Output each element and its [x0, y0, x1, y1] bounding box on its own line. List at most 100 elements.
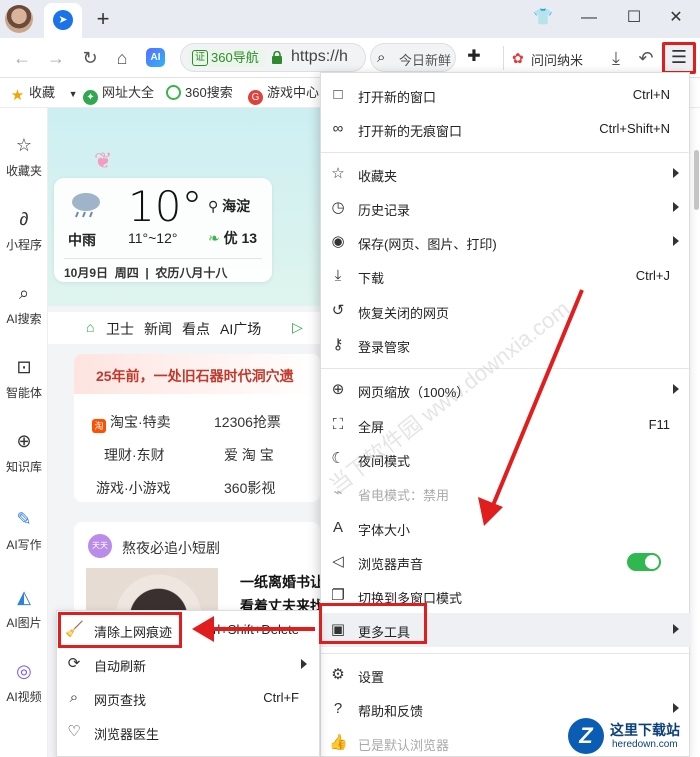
- sidebar-item-miniprogram[interactable]: ∂ 小程序: [0, 206, 48, 264]
- site-badge: 证 360导航: [189, 49, 265, 67]
- key-icon: ⚷: [332, 336, 344, 353]
- nav-kandian[interactable]: 看点: [182, 319, 210, 339]
- play-icon[interactable]: ▷: [292, 319, 303, 336]
- menu-divider: [321, 152, 691, 153]
- reload-icon[interactable]: ↻: [78, 46, 102, 70]
- wenwen-icon: ✿: [512, 50, 524, 66]
- incognito-icon: ∞: [332, 120, 344, 137]
- maximize-button[interactable]: ☐: [620, 6, 648, 30]
- wenwen-button[interactable]: ✿ 问问纳米: [503, 46, 589, 70]
- search-box[interactable]: ⌕ 今日新鲜: [370, 43, 456, 72]
- chevron-right-icon: [673, 703, 679, 713]
- refresh-icon: ⟳: [67, 655, 81, 672]
- active-tab[interactable]: ➤: [44, 3, 82, 38]
- menu-scrollbar[interactable]: [694, 150, 699, 210]
- menu-item-restore-closed[interactable]: ↺ 恢复关闭的网页: [321, 294, 691, 328]
- link-licai[interactable]: 理财·东财: [104, 445, 165, 465]
- menu-item-power-save: ⌁ 省电模式：禁用: [321, 476, 691, 510]
- nav-ai-square[interactable]: AI广场: [220, 319, 261, 339]
- window-icon: □: [333, 86, 343, 103]
- link-aitaobao[interactable]: 爱 淘 宝: [224, 445, 274, 465]
- sidebar-item-agent[interactable]: ⊡ 智能体: [0, 354, 48, 412]
- weather-card[interactable]: 中雨 10° 11°~12° ⚲ 海淀 ❧ 优 13 10月9日 周四 | 农历…: [54, 178, 272, 282]
- weather-temperature: 10°: [128, 182, 203, 231]
- bookmark-game-center[interactable]: G 游戏中心: [248, 84, 319, 105]
- bookmark-favorites[interactable]: ★ 收藏 ▼: [10, 84, 78, 103]
- menu-item-new-window[interactable]: □ 打开新的窗口 Ctrl+N: [321, 78, 691, 112]
- star-icon: ☆: [331, 165, 345, 182]
- menu-item-sound[interactable]: ◁ 浏览器声音: [321, 545, 691, 579]
- news-banner[interactable]: 25年前，一处旧石器时代洞穴遗: [74, 354, 320, 394]
- menu-item-favorites[interactable]: ☆ 收藏夹: [321, 157, 691, 191]
- menu-item-font-size[interactable]: A 字体大小: [321, 511, 691, 545]
- weather-range: 11°~12°: [128, 230, 178, 246]
- close-button[interactable]: ✕: [662, 6, 690, 30]
- sidebar-item-ai-search[interactable]: ⌕ AI搜索: [0, 280, 48, 338]
- search-placeholder: 今日新鲜: [399, 53, 452, 68]
- chevron-right-icon: [673, 384, 679, 394]
- main-menu-button[interactable]: ☰: [662, 42, 696, 74]
- leaf-icon: ❧: [208, 230, 224, 246]
- title-bar: ➤ + 👕 — ☐ ✕: [0, 0, 700, 38]
- sound-toggle[interactable]: [627, 553, 661, 571]
- font-icon: A: [332, 519, 343, 536]
- main-menu: □ 打开新的窗口 Ctrl+N ∞ 打开新的无痕窗口 Ctrl+Shift+N ☆ 收藏夹…: [320, 72, 691, 757]
- drama-logo: 天天: [88, 534, 112, 558]
- menu-item-incognito[interactable]: ∞ 打开新的无痕窗口 Ctrl+Shift+N: [321, 112, 691, 146]
- sidebar-item-ai-writing[interactable]: ✎ AI写作: [0, 506, 48, 564]
- left-sidebar: ☆ 收藏夹 ∂ 小程序 ⌕ AI搜索 ⊡ 智能体 ⊕ 知识库 ✎ AI写作 ◭ AI图片 ◎ A…: [0, 108, 48, 757]
- new-tab-button[interactable]: +: [92, 6, 114, 32]
- submenu-item-find[interactable]: ⌕ 网页查找 Ctrl+F: [57, 681, 321, 715]
- search-icon: ⌕: [377, 49, 386, 66]
- chevron-down-icon: ▼: [68, 89, 78, 99]
- menu-item-save[interactable]: ◉ 保存(网页、图片、打印): [321, 225, 691, 259]
- drama-line-1[interactable]: 一纸离婚书让: [240, 572, 320, 592]
- link-taobao[interactable]: 淘淘宝·特卖: [92, 412, 171, 433]
- submenu-item-auto-refresh[interactable]: ⟳ 自动刷新: [57, 647, 321, 681]
- lock-icon: [272, 51, 282, 64]
- submenu-item-doctor[interactable]: ♡ 浏览器医生: [57, 715, 321, 749]
- menu-item-settings[interactable]: ⚙ 设置: [321, 658, 691, 692]
- highlight-more-tools: [319, 603, 427, 644]
- menu-item-history[interactable]: ◷ 历史记录: [321, 191, 691, 225]
- site-icon: 证: [192, 50, 208, 66]
- hero-nav: ⌂ 卫士 新闻 看点 AI广场 ▷: [48, 312, 320, 344]
- menu-item-zoom[interactable]: ⊕ 网页缩放（100%）: [321, 373, 691, 407]
- home-icon[interactable]: ⌂: [110, 46, 134, 70]
- weather-date: 10月9日 周四 | 农历八月十八: [64, 258, 262, 281]
- extensions-icon[interactable]: ✚: [464, 47, 484, 67]
- download-icon[interactable]: ⤓: [604, 46, 628, 70]
- highlight-clear-history: [58, 612, 182, 648]
- ai-icon[interactable]: AI: [146, 48, 165, 67]
- link-games[interactable]: 游戏·小游戏: [96, 478, 171, 498]
- sidebar-item-knowledge[interactable]: ⊕ 知识库: [0, 428, 48, 486]
- link-12306[interactable]: 12306抢票: [214, 412, 281, 432]
- bookmark-wangzhi[interactable]: ✦ 网址大全: [83, 84, 154, 105]
- camera-icon: ◉: [331, 233, 345, 250]
- pen-icon: ✎: [16, 509, 32, 529]
- menu-item-download[interactable]: ⤓ 下载 Ctrl+J: [321, 259, 691, 293]
- skin-icon[interactable]: 👕: [529, 6, 557, 30]
- clock-icon: ◷: [331, 199, 345, 216]
- undo-icon[interactable]: ↶: [634, 46, 658, 70]
- sidebar-item-ai-video[interactable]: ◎ AI视频: [0, 658, 48, 716]
- link-360-video[interactable]: 360影视: [224, 478, 275, 498]
- bookmark-360-search[interactable]: 360搜索: [166, 84, 233, 102]
- telegram-icon: ➤: [53, 10, 73, 30]
- minimize-button[interactable]: —: [575, 6, 603, 30]
- help-icon: ?: [333, 700, 343, 717]
- sidebar-item-ai-image[interactable]: ◭ AI图片: [0, 584, 48, 642]
- heredown-url: heredown.com: [612, 739, 678, 750]
- news-headline: 25年前，一处旧石器时代洞穴遗: [96, 368, 294, 384]
- avatar[interactable]: [5, 5, 33, 33]
- globe-icon: ✦: [83, 90, 98, 105]
- sidebar-item-favorites[interactable]: ☆ 收藏夹: [0, 132, 48, 190]
- search-360-icon: [166, 85, 181, 100]
- chevron-right-icon: [673, 168, 679, 178]
- nav-news[interactable]: 新闻: [144, 319, 172, 339]
- address-bar[interactable]: 证 360导航 https://h: [180, 43, 366, 72]
- forward-icon[interactable]: →: [44, 46, 68, 70]
- back-icon[interactable]: ←: [10, 46, 34, 70]
- news-card: 25年前，一处旧石器时代洞穴遗 淘淘宝·特卖 12306抢票 理财·东财 爱 淘…: [74, 354, 320, 502]
- nav-weishi[interactable]: 卫士: [106, 319, 134, 339]
